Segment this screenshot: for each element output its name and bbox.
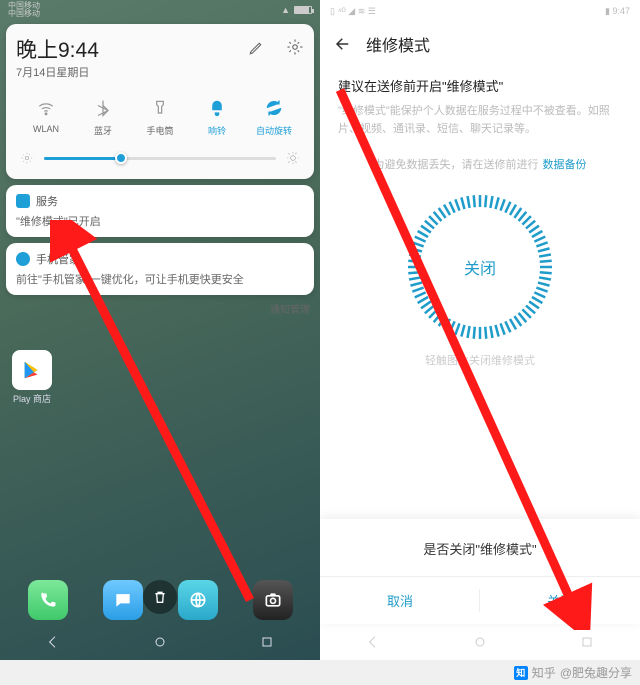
- signal-icon: ▲: [281, 5, 290, 15]
- android-navbar: [0, 624, 320, 660]
- nav-home-icon[interactable]: [472, 634, 488, 650]
- dock-messages[interactable]: [103, 580, 143, 620]
- nav-recent-icon[interactable]: [259, 634, 275, 650]
- battery-icon: ▮: [605, 6, 610, 16]
- nav-home-icon[interactable]: [152, 634, 168, 650]
- notification-app-name: 服务: [36, 193, 58, 209]
- brightness-high-icon: [286, 151, 300, 165]
- notification-phone-manager[interactable]: 手机管家 前往"手机管家"一键优化，可让手机更快更安全: [6, 243, 314, 295]
- nav-back-icon[interactable]: [45, 634, 61, 650]
- android-navbar: [320, 624, 640, 660]
- brightness-slider-row: [20, 151, 300, 165]
- toggle-bluetooth[interactable]: 蓝牙: [77, 98, 129, 137]
- backup-banner: 为避免数据丢失，请在送修前进行 数据备份: [338, 156, 622, 172]
- service-app-icon: [16, 194, 30, 208]
- notification-body: "维修模式"已开启: [16, 213, 304, 229]
- circle-hint: 轻触图片关闭维修模式: [338, 352, 622, 368]
- status-bar: ▯ ⁴ᴳ ◢ ≋ ☰ ▮ 9:47: [320, 0, 640, 22]
- dock: [0, 580, 320, 620]
- gear-icon[interactable]: [286, 38, 304, 56]
- status-bar: 中国移动 中国移动 ▲: [0, 0, 320, 20]
- toggle-wlan[interactable]: WLAN: [20, 98, 72, 137]
- nav-back-icon[interactable]: [365, 634, 381, 650]
- quick-settings-panel: 晚上9:44 7月14日星期日 WLAN 蓝牙: [6, 24, 314, 179]
- phone-manager-app-icon: [16, 252, 30, 266]
- circle-ticks-icon: [405, 192, 555, 342]
- confirm-dialog: 是否关闭"维修模式" 取消 关闭: [320, 519, 640, 624]
- content-heading: 建议在送修前开启"维修模式": [338, 76, 622, 95]
- zhihu-icon: 知: [514, 666, 528, 680]
- notification-service[interactable]: 服务 "维修模式"已开启: [6, 185, 314, 237]
- status-signal-icons: ▯ ⁴ᴳ ◢ ≋ ☰: [330, 6, 376, 17]
- toggle-flashlight[interactable]: 手电筒: [134, 98, 186, 137]
- dock-camera[interactable]: [253, 580, 293, 620]
- status-time: 9:47: [612, 6, 630, 16]
- dock-phone[interactable]: [28, 580, 68, 620]
- notification-body: 前往"手机管家"一键优化，可让手机更快更安全: [16, 271, 304, 287]
- confirm-button[interactable]: 关闭: [480, 577, 640, 624]
- toggle-autorotate[interactable]: 自动旋转: [248, 98, 300, 137]
- notification-app-name: 手机管家: [36, 251, 80, 267]
- data-backup-link[interactable]: 数据备份: [543, 156, 587, 172]
- page-title: 维修模式: [366, 32, 430, 56]
- back-arrow-icon[interactable]: [334, 35, 352, 53]
- dialog-title: 是否关闭"维修模式": [320, 539, 640, 558]
- dock-browser[interactable]: [178, 580, 218, 620]
- carrier-label: 中国移动 中国移动: [8, 2, 40, 18]
- watermark: 知 知乎 @肥兔趣分享: [514, 664, 632, 681]
- nav-recent-icon[interactable]: [579, 634, 595, 650]
- panel-date: 7月14日星期日: [16, 64, 99, 80]
- toggle-sound[interactable]: 响铃: [191, 98, 243, 137]
- brightness-slider[interactable]: [44, 157, 276, 160]
- content-description: "维修模式"能保护个人数据在服务过程中不被查看。如照片、视频、通讯录、短信、聊天…: [338, 103, 622, 138]
- battery-icon: [294, 6, 312, 14]
- left-phone-notification-shade: 中国移动 中国移动 ▲ 晚上9:44 7月14日星期日: [0, 0, 320, 660]
- manage-notifications-link[interactable]: 通知管理: [10, 301, 310, 316]
- home-app-playstore[interactable]: Play 商店: [12, 350, 52, 405]
- edit-icon[interactable]: [248, 38, 266, 56]
- brightness-low-icon: [20, 151, 34, 165]
- close-repair-mode-circle[interactable]: 关闭: [405, 192, 555, 342]
- page-header: 维修模式: [320, 22, 640, 66]
- right-phone-repair-mode: ▯ ⁴ᴳ ◢ ≋ ☰ ▮ 9:47 维修模式 建议在送修前开启"维修模式" "维…: [320, 0, 640, 660]
- cancel-button[interactable]: 取消: [320, 577, 480, 624]
- panel-time: 晚上9:44: [16, 34, 99, 64]
- quick-toggles-row: WLAN 蓝牙 手电筒 响铃 自动旋转: [20, 98, 300, 137]
